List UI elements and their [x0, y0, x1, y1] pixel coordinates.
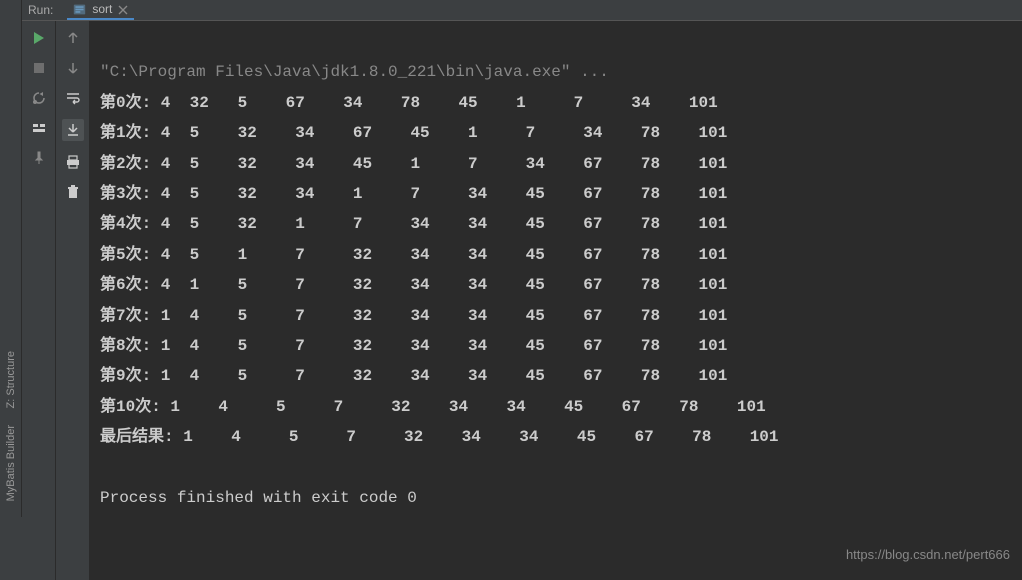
stop-button[interactable] — [30, 59, 48, 77]
layout-button[interactable] — [30, 119, 48, 137]
sidebar-tab-structure[interactable]: Z: Structure — [3, 343, 19, 416]
console-command-line: "C:\Program Files\Java\jdk1.8.0_221\bin\… — [100, 63, 609, 81]
run-tool-header: Run: sort — [22, 0, 1022, 21]
run-label: Run: — [28, 3, 53, 17]
body-row: "C:\Program Files\Java\jdk1.8.0_221\bin\… — [22, 21, 1022, 580]
down-arrow-button[interactable] — [64, 59, 82, 77]
run-gutter-primary — [22, 21, 56, 580]
up-arrow-button[interactable] — [64, 29, 82, 47]
watermark: https://blog.csdn.net/pert666 — [846, 543, 1010, 568]
main-area: Run: sort — [22, 0, 1022, 517]
sidebar-tab-mybatis[interactable]: MyBatis Builder — [3, 417, 19, 509]
scroll-to-end-button[interactable] — [62, 119, 84, 141]
debug-restart-button[interactable] — [30, 89, 48, 107]
console-output[interactable]: "C:\Program Files\Java\jdk1.8.0_221\bin\… — [90, 21, 1022, 580]
run-tab-sort[interactable]: sort — [67, 0, 134, 20]
print-button[interactable] — [64, 153, 82, 171]
trash-button[interactable] — [64, 183, 82, 201]
run-tab-label: sort — [92, 2, 112, 16]
soft-wrap-button[interactable] — [64, 89, 82, 107]
left-sidebar: Z: Structure MyBatis Builder — [0, 0, 22, 517]
close-tab-icon[interactable] — [118, 4, 128, 14]
console-iteration-lines: 第0次: 4 32 5 67 34 78 45 1 7 34 101 第1次: … — [100, 94, 779, 446]
pin-button[interactable] — [30, 149, 48, 167]
console-exit-line: Process finished with exit code 0 — [100, 489, 417, 507]
run-config-icon — [73, 3, 86, 16]
rerun-button[interactable] — [30, 29, 48, 47]
run-gutter-secondary — [56, 21, 90, 580]
